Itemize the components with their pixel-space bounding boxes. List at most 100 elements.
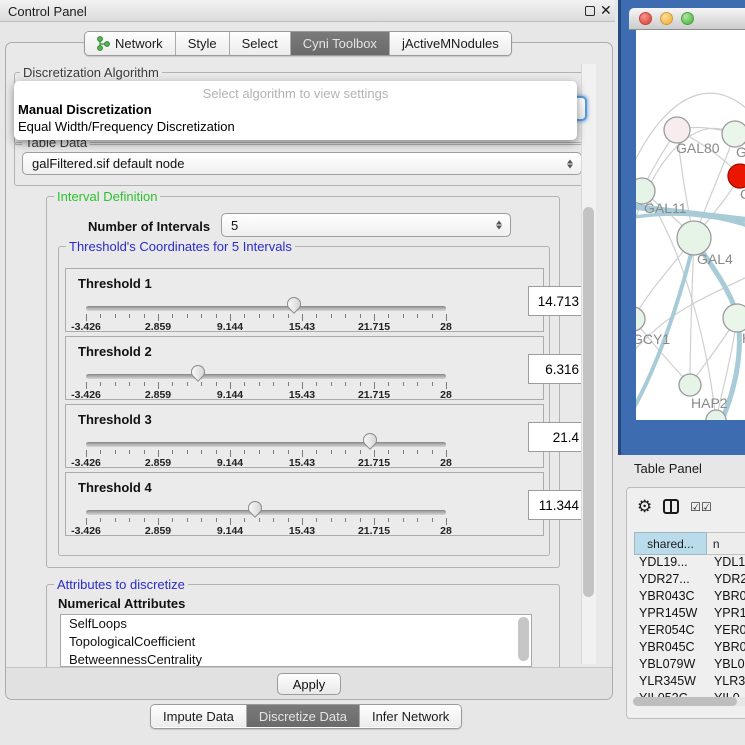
combo-arrows-icon (567, 159, 573, 168)
cell-shared-name[interactable]: YDR27... (634, 572, 707, 589)
tab-label: Select (242, 36, 278, 51)
cell-name[interactable]: YBR0 (707, 589, 745, 606)
node-label-GAL80: GAL80 (676, 140, 720, 156)
cell-name[interactable]: YER0 (707, 623, 745, 640)
threshold-value-field[interactable] (528, 286, 586, 316)
window-title: Control Panel (8, 4, 87, 19)
table-row[interactable]: YDR27...YDR2 (634, 572, 745, 589)
cell-shared-name[interactable]: YBL079W (634, 657, 707, 674)
apply-button[interactable]: Apply (277, 673, 341, 695)
node-label-GA: GA (736, 144, 745, 160)
column-header-shared-name[interactable]: shared... (634, 532, 707, 555)
split-columns-icon[interactable] (663, 499, 679, 514)
threshold-slider-track[interactable] (86, 306, 446, 311)
cell-shared-name[interactable]: YPR145W (634, 606, 707, 623)
threshold-value-field[interactable] (528, 354, 586, 384)
discretization-algorithm-title: Discretization Algorithm (20, 65, 162, 80)
threshold-slider-track[interactable] (86, 510, 446, 515)
dropdown-option-2[interactable]: Equal Width/Frequency Discretization (14, 118, 577, 135)
select-columns-icon[interactable]: ☑☑ (690, 500, 712, 514)
table-header-row: shared... n (634, 532, 745, 555)
tab-select[interactable]: Select (230, 32, 291, 55)
network-canvas[interactable]: GAL80GACGAL11GAL4GCY1HHAP2 (636, 30, 745, 420)
tab-label: Style (188, 36, 217, 51)
table-hscrollbar-thumb[interactable] (633, 697, 737, 706)
zoom-traffic-light-icon[interactable] (681, 12, 694, 25)
table-data-combobox[interactable]: galFiltered.sif default node (22, 152, 582, 175)
GAL4-node[interactable] (677, 221, 711, 255)
GCY1-node[interactable] (636, 307, 645, 331)
threshold-label: Threshold 2 (78, 344, 152, 359)
node-label-C: C (740, 186, 745, 202)
minimize-traffic-light-icon[interactable] (660, 12, 673, 25)
tab-jactivemnodules[interactable]: jActiveMNodules (390, 32, 511, 55)
table-row[interactable]: YBR043CYBR0 (634, 589, 745, 606)
close-traffic-light-icon[interactable] (639, 12, 652, 25)
table-row[interactable]: YPR145WYPR1 (634, 606, 745, 623)
table-row[interactable]: YBL079WYBL0 (634, 657, 745, 674)
node-label-GAL4: GAL4 (697, 251, 733, 267)
table-panel-title: Table Panel (634, 461, 702, 476)
slider-tick-labels: -3.4262.8599.14415.4321.71528 (86, 389, 446, 399)
tab-network[interactable]: Network (85, 32, 176, 55)
table-panel: ⚙ ☑☑ shared... n YDL19...YDL1YDR27...YDR… (626, 487, 745, 719)
threshold-slider-track[interactable] (86, 442, 446, 447)
tab-label: Network (115, 36, 163, 51)
tab-impute-data[interactable]: Impute Data (151, 705, 247, 727)
threshold-label: Threshold 1 (78, 276, 152, 291)
network-window-titlebar[interactable] (629, 8, 745, 30)
number-of-intervals-label: Number of Intervals (88, 219, 210, 234)
table-hscrollbar[interactable] (633, 697, 745, 706)
cell-shared-name[interactable]: YER054C (634, 623, 707, 640)
node-label-GAL11: GAL11 (644, 200, 687, 216)
cell-shared-name[interactable]: YLR345W (634, 674, 707, 691)
control-panel-titlebar: Control Panel ✕ (0, 0, 615, 22)
float-window-icon[interactable] (585, 6, 595, 16)
tab-discretize-data[interactable]: Discretize Data (247, 705, 360, 727)
cell-shared-name[interactable]: YDL19... (634, 555, 707, 572)
tab-style[interactable]: Style (176, 32, 230, 55)
tab-infer-network[interactable]: Infer Network (360, 705, 461, 727)
gear-icon[interactable]: ⚙ (637, 498, 652, 515)
attribute-list-item[interactable]: TopologicalCoefficient (61, 633, 531, 651)
tab-label: Cyni Toolbox (303, 36, 377, 51)
cell-name[interactable]: YDL1 (707, 555, 745, 572)
table-row[interactable]: YBR045CYBR0 (634, 640, 745, 657)
panel-scrollbar-thumb[interactable] (583, 207, 594, 597)
cell-name[interactable]: YBR0 (707, 640, 745, 657)
table-row[interactable]: YDL19...YDL1 (634, 555, 745, 572)
H-node[interactable] (723, 304, 745, 332)
attribute-list-item[interactable]: SelfLoops (61, 615, 531, 633)
list-scrollbar[interactable] (518, 617, 529, 661)
cell-name[interactable]: YLR3 (707, 674, 745, 691)
tab-label: jActiveMNodules (402, 36, 499, 51)
numerical-attributes-list[interactable]: SelfLoopsTopologicalCoefficientBetweenne… (60, 614, 532, 667)
slider-tick-labels: -3.4262.8599.14415.4321.71528 (86, 321, 446, 331)
close-icon[interactable]: ✕ (600, 2, 612, 19)
cell-shared-name[interactable]: YBR045C (634, 640, 707, 657)
HAP2-node[interactable] (679, 374, 701, 396)
attribute-list-item[interactable]: BetweennessCentrality (61, 651, 531, 667)
table-row[interactable]: YLR345WYLR3 (634, 674, 745, 691)
dropdown-option-1[interactable]: Manual Discretization (14, 101, 577, 118)
cell-name[interactable]: YPR1 (707, 606, 745, 623)
table-row[interactable]: YER054CYER0 (634, 623, 745, 640)
screen: Control Panel ✕ Network Style Select Cyni T… (0, 0, 745, 745)
cell-name[interactable]: YDR2 (707, 572, 745, 589)
selected-node[interactable] (728, 164, 745, 188)
threshold-slider-track[interactable] (86, 374, 446, 379)
number-of-intervals-combobox[interactable]: 5 (221, 213, 511, 237)
threshold-value-field[interactable] (528, 490, 586, 520)
column-header-name[interactable]: n (707, 532, 745, 555)
table-panel-toolbar: ⚙ ☑☑ (637, 498, 712, 515)
node-label-HAP2: HAP2 (691, 395, 728, 411)
dropdown-hint: Select algorithm to view settings (14, 81, 577, 101)
threshold-label: Threshold 4 (78, 480, 152, 495)
tab-cyni-toolbox[interactable]: Cyni Toolbox (291, 32, 390, 55)
thresholds-group-title: Threshold's Coordinates for 5 Intervals (66, 239, 295, 254)
cell-name[interactable]: YBL0 (707, 657, 745, 674)
cell-shared-name[interactable]: YBR043C (634, 589, 707, 606)
threshold-value-field[interactable] (528, 422, 586, 452)
numerical-attributes-label: Numerical Attributes (58, 596, 185, 611)
attributes-group-title: Attributes to discretize (54, 577, 188, 592)
